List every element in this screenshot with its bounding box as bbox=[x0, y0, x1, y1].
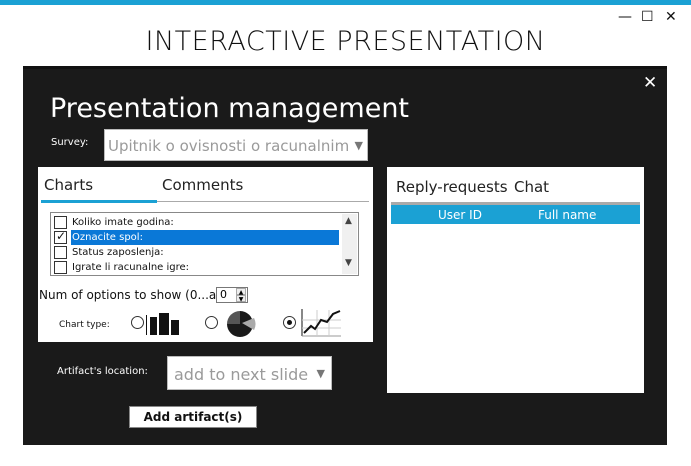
chevron-down-icon: ▼ bbox=[316, 367, 325, 380]
column-header-user-id[interactable]: User ID bbox=[438, 208, 482, 222]
window-close-button[interactable]: ✕ bbox=[665, 8, 677, 26]
question-label: Igrate li racunalne igre: bbox=[72, 262, 190, 273]
num-options-stepper[interactable]: 0 ▲ ▼ bbox=[216, 287, 248, 303]
check-icon: ✓ bbox=[56, 229, 67, 243]
question-checkbox[interactable] bbox=[54, 216, 67, 229]
radio-pie-chart[interactable] bbox=[205, 316, 218, 329]
app-title: INTERACTIVE PRESENTATION bbox=[145, 26, 546, 57]
presentation-management-panel: ✕ Presentation management Survey: Upitni… bbox=[23, 66, 667, 445]
top-accent-bar bbox=[0, 0, 691, 5]
question-label: Oznacite spol: bbox=[71, 230, 339, 245]
column-header-full-name[interactable]: Full name bbox=[538, 208, 596, 222]
radio-bar-chart[interactable] bbox=[131, 316, 144, 329]
pie-chart-icon bbox=[227, 311, 256, 337]
list-item[interactable]: Igrate li racunalne igre: bbox=[53, 260, 339, 275]
chevron-up-icon[interactable]: ▲ bbox=[345, 216, 352, 226]
minimize-button[interactable]: — bbox=[618, 8, 632, 26]
radio-selected-dot bbox=[287, 320, 292, 325]
chevron-down-icon: ▼ bbox=[354, 139, 363, 152]
tab-divider bbox=[157, 201, 369, 202]
list-item[interactable]: Status zaposlenja: bbox=[53, 245, 339, 260]
tab-charts[interactable]: Charts bbox=[44, 176, 93, 194]
question-list[interactable]: Koliko imate godina: ✓ Oznacite spol: St… bbox=[50, 212, 359, 276]
survey-dropdown-value: Upitnik o ovisnosti o racunalnim bbox=[108, 137, 348, 155]
question-checkbox[interactable] bbox=[54, 246, 67, 259]
radio-line-chart[interactable] bbox=[283, 316, 296, 329]
add-artifacts-button[interactable]: Add artifact(s) bbox=[129, 406, 257, 428]
artifact-location-dropdown[interactable]: add to next slide ▼ bbox=[167, 356, 332, 390]
chevron-down-icon[interactable]: ▼ bbox=[345, 258, 352, 268]
line-chart-icon bbox=[301, 309, 341, 337]
chart-type-label: Chart type: bbox=[59, 320, 110, 330]
tab-reply-requests[interactable]: Reply-requests bbox=[396, 178, 508, 196]
num-options-label: Num of options to show (0...all) bbox=[39, 288, 228, 302]
spin-up-icon[interactable]: ▲ bbox=[236, 288, 246, 296]
question-checkbox[interactable]: ✓ bbox=[54, 229, 67, 244]
question-label: Status zaposlenja: bbox=[72, 247, 164, 258]
panel-title: Presentation management bbox=[50, 93, 410, 124]
bar-chart-icon bbox=[146, 313, 179, 335]
list-item[interactable]: Koliko imate godina: bbox=[53, 215, 339, 230]
tab-chat[interactable]: Chat bbox=[514, 178, 549, 196]
reply-requests-panel: Reply-requests Chat User ID Full name bbox=[387, 167, 644, 393]
question-checkbox[interactable] bbox=[54, 261, 67, 274]
survey-dropdown[interactable]: Upitnik o ovisnosti o racunalnim ▼ bbox=[104, 129, 368, 161]
artifact-location-label: Artifact's location: bbox=[57, 366, 148, 377]
reply-table-header: User ID Full name bbox=[391, 205, 640, 224]
panel-close-button[interactable]: ✕ bbox=[643, 73, 657, 93]
active-tab-indicator bbox=[41, 200, 157, 203]
tab-comments[interactable]: Comments bbox=[162, 176, 243, 194]
charts-panel: Charts Comments Koliko imate godina: ✓ O… bbox=[38, 167, 373, 342]
list-item[interactable]: ✓ Oznacite spol: bbox=[53, 229, 339, 245]
artifact-location-value: add to next slide bbox=[174, 365, 309, 384]
list-scrollbar[interactable]: ▲ ▼ bbox=[342, 214, 357, 274]
spin-down-icon[interactable]: ▼ bbox=[236, 295, 246, 303]
question-label: Koliko imate godina: bbox=[72, 217, 174, 228]
maximize-button[interactable]: ☐ bbox=[641, 8, 654, 26]
survey-label: Survey: bbox=[51, 137, 89, 148]
num-options-value: 0 bbox=[220, 288, 227, 301]
